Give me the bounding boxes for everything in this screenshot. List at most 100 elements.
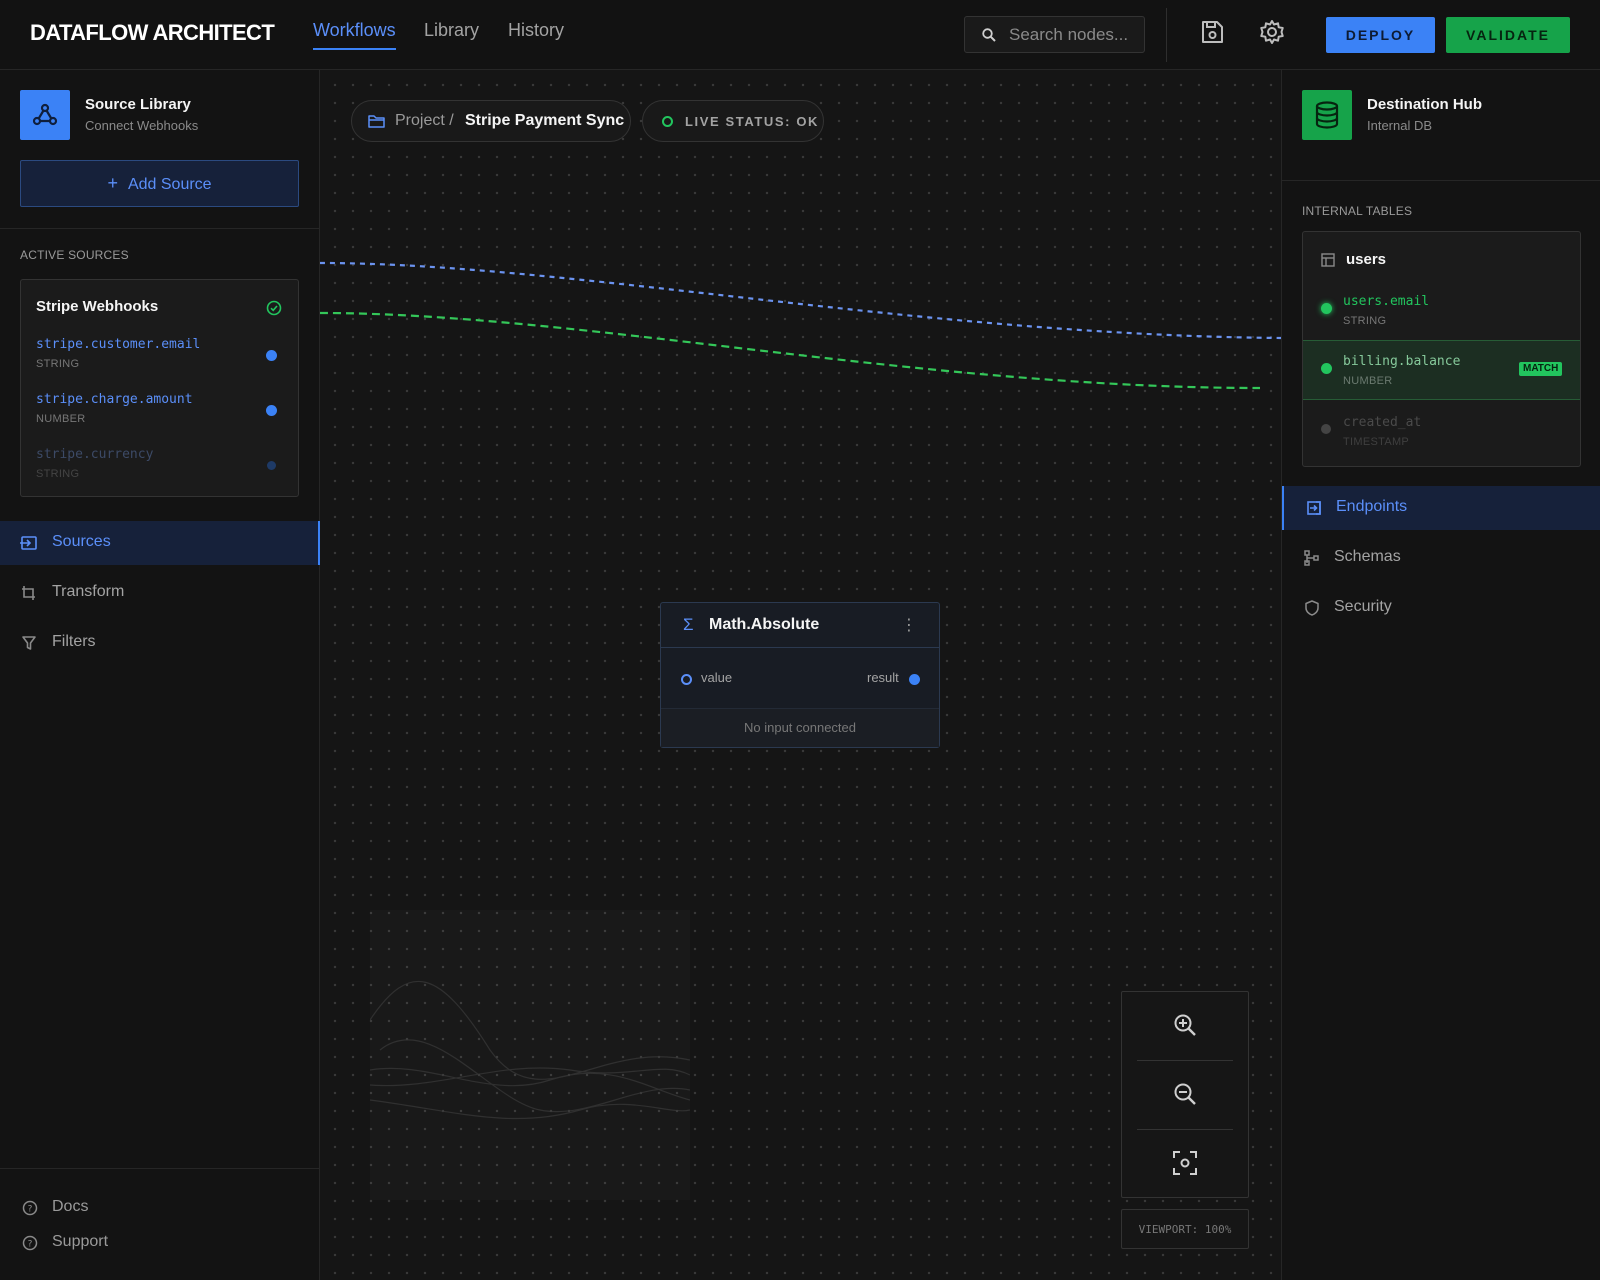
database-icon: [1315, 101, 1339, 129]
plus-icon: +: [107, 173, 118, 193]
filter-icon: [22, 636, 36, 650]
fit-view-button[interactable]: [1122, 1130, 1248, 1198]
zoom-in-icon: [1174, 1014, 1196, 1036]
search-icon: [982, 28, 996, 42]
sidebar-item-label: Security: [1334, 598, 1392, 615]
table-name: users: [1346, 251, 1387, 268]
source-card[interactable]: Stripe Webhooks stripe.customer.email ST…: [20, 279, 299, 497]
right-sidebar: Destination Hub Internal DB INTERNAL TAB…: [1281, 70, 1600, 1280]
help-icon: ?: [22, 1200, 38, 1216]
schema-icon: [1304, 550, 1319, 566]
internal-tables-label: INTERNAL TABLES: [1302, 204, 1413, 218]
search-box: [964, 16, 1145, 53]
webhook-logo: [20, 90, 70, 140]
table-column-row[interactable]: users.email STRING: [1303, 280, 1580, 340]
sidebar-item-schemas[interactable]: Schemas: [1282, 536, 1600, 580]
left-sidebar: Source Library Connect Webhooks + Add Sou…: [0, 70, 320, 1280]
zoom-in-button[interactable]: [1122, 992, 1248, 1060]
column-port[interactable]: [1321, 363, 1332, 374]
column-port[interactable]: [1321, 424, 1331, 434]
divider: [0, 1168, 320, 1169]
add-source-button[interactable]: + Add Source: [20, 160, 299, 207]
status-ring-icon: [662, 116, 673, 127]
output-port[interactable]: [909, 674, 920, 685]
source-field-port[interactable]: [266, 405, 277, 416]
transform-icon: [22, 586, 35, 600]
tab-workflows[interactable]: Workflows: [313, 20, 396, 50]
focus-icon: [1173, 1151, 1197, 1175]
source-field-name: stripe.customer.email: [36, 337, 201, 352]
table-column-row[interactable]: billing.balance NUMBER MATCH: [1303, 340, 1580, 400]
validate-button[interactable]: VALIDATE: [1446, 17, 1570, 53]
sidebar-item-label: Filters: [52, 633, 96, 650]
sidebar-item-label: Endpoints: [1336, 498, 1408, 515]
tab-history[interactable]: History: [508, 20, 564, 48]
sidebar-item-transform[interactable]: Transform: [0, 571, 320, 615]
destination-subtitle: Internal DB: [1367, 118, 1433, 133]
destination-logo: [1302, 90, 1352, 140]
column-type: TIMESTAMP: [1343, 436, 1410, 448]
sources-icon: [20, 536, 37, 550]
sidebar-item-security[interactable]: Security: [1282, 586, 1600, 630]
sigma-icon: Σ: [683, 615, 694, 634]
zoom-controls: [1121, 991, 1249, 1198]
source-field-port[interactable]: [267, 461, 276, 470]
gear-icon[interactable]: [1258, 18, 1286, 46]
shield-icon: [1305, 600, 1319, 616]
sidebar-item-endpoints[interactable]: Endpoints: [1282, 486, 1600, 530]
table-card[interactable]: users users.email STRING billing.balance…: [1302, 231, 1581, 467]
source-field-type: STRING: [36, 358, 80, 370]
webhook-icon: [32, 103, 58, 126]
search-input[interactable]: [1009, 17, 1141, 52]
input-port-label: value: [701, 670, 733, 685]
deploy-button[interactable]: DEPLOY: [1326, 17, 1435, 53]
column-name: created_at: [1343, 415, 1422, 430]
more-vertical-icon[interactable]: ⋮: [901, 615, 917, 635]
save-icon[interactable]: [1198, 18, 1226, 46]
top-header: DATAFLOW ARCHITECT Workflows Library His…: [0, 0, 1600, 70]
check-circle-icon: [266, 300, 282, 316]
input-port[interactable]: [681, 674, 692, 685]
column-name: billing.balance: [1343, 354, 1461, 369]
minimap[interactable]: [369, 910, 691, 1200]
sidebar-item-sources[interactable]: Sources: [0, 521, 320, 565]
node-footer: No input connected: [661, 708, 939, 747]
source-field-type: NUMBER: [36, 413, 86, 425]
tab-library[interactable]: Library: [424, 20, 479, 48]
add-source-label: Add Source: [127, 176, 212, 193]
breadcrumb[interactable]: Project / Stripe Payment Sync: [351, 100, 631, 142]
source-field-type: STRING: [36, 468, 80, 480]
live-status-label: LIVE STATUS: OK: [685, 114, 820, 129]
divider: [1282, 180, 1600, 181]
support-label: Support: [52, 1233, 109, 1250]
connection-line-blue: [320, 261, 1281, 340]
docs-label: Docs: [52, 1198, 89, 1215]
table-column-row[interactable]: created_at TIMESTAMP: [1303, 401, 1580, 461]
library-title: Source Library: [85, 96, 191, 113]
endpoints-icon: [1307, 501, 1321, 515]
sidebar-item-label: Transform: [52, 583, 125, 600]
sidebar-item-filters[interactable]: Filters: [0, 621, 320, 665]
output-port-label: result: [867, 670, 899, 685]
source-field-name: stripe.charge.amount: [36, 392, 193, 407]
source-title: Stripe Webhooks: [36, 298, 159, 315]
svg-text:?: ?: [28, 1205, 33, 1215]
minimap-preview: [369, 981, 691, 1120]
destination-title: Destination Hub: [1367, 96, 1482, 113]
column-name: users.email: [1343, 294, 1430, 309]
active-sources-label: ACTIVE SOURCES: [20, 248, 129, 262]
node-header[interactable]: Σ Math.Absolute ⋮: [661, 603, 939, 648]
sidebar-item-label: Schemas: [1334, 548, 1401, 565]
column-type: STRING: [1343, 315, 1387, 327]
match-badge: MATCH: [1519, 362, 1563, 376]
source-field-port[interactable]: [266, 350, 277, 361]
workflow-canvas[interactable]: Project / Stripe Payment Sync LIVE STATU…: [320, 70, 1281, 1280]
live-status-badge: LIVE STATUS: OK: [642, 100, 824, 142]
transform-node[interactable]: Σ Math.Absolute ⋮ value result No input …: [660, 602, 940, 748]
zoom-out-button[interactable]: [1122, 1061, 1248, 1129]
divider: [0, 228, 320, 229]
header-divider: [1166, 8, 1167, 62]
support-icon: ?: [22, 1235, 38, 1251]
breadcrumb-project[interactable]: Project /: [395, 112, 454, 130]
column-port[interactable]: [1321, 303, 1332, 314]
